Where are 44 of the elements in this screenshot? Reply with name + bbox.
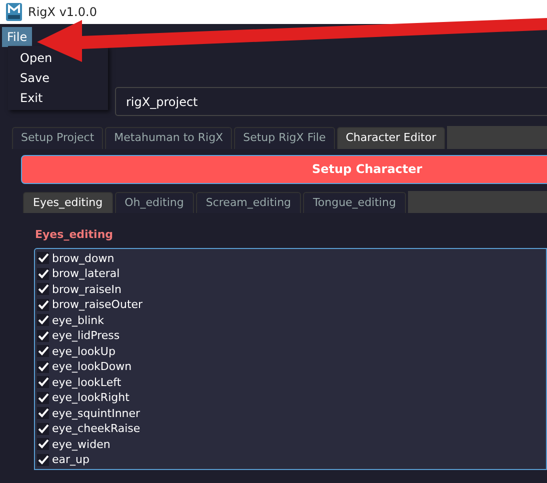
checkbox[interactable] [37,422,49,435]
checkbox-label: brow_raiseIn [52,282,122,297]
checkbox[interactable] [37,360,49,373]
menu-option[interactable]: Save [8,68,62,88]
checkbox-label: eye_lookRight [52,390,130,406]
checkbox-label: eye_cheekRaise [52,421,140,436]
checkbox[interactable] [37,330,49,342]
tab[interactable]: Oh_editing [114,192,194,213]
checkbox-label: eye_lookDown [52,359,132,374]
checkbox-label: ear_up [52,452,90,468]
checkbox[interactable] [37,252,49,264]
checkbox[interactable] [37,376,49,388]
window-title: RigX v1.0.0 [28,4,97,21]
checkbox[interactable] [37,438,49,450]
checkbox-label: eye_squintInner [52,406,140,421]
tab[interactable]: Scream_editing [196,192,302,213]
checkbox[interactable] [37,392,49,404]
checkbox-label: eye_lookLeft [52,374,122,390]
checkbox-label: brow_down [52,250,114,266]
checkbox-label: eye_blink [52,312,104,328]
checkbox-label: brow_raiseOuter [52,297,143,312]
tab[interactable]: Setup RigX File [234,127,335,148]
checkbox[interactable] [37,407,49,420]
checkbox[interactable] [37,345,49,358]
app-icon [6,3,22,21]
tab[interactable]: Character Editor [336,127,446,148]
project-field[interactable]: rigX_project [115,87,547,116]
checkbox[interactable] [37,298,49,311]
group-title: Eyes_editing [35,227,114,243]
checkbox[interactable] [37,314,49,326]
checkbox-label: eye_lidPress [52,328,120,344]
menu-option[interactable]: Open [8,48,64,68]
menu-option[interactable]: Exit [8,88,55,108]
checkbox[interactable] [37,268,49,280]
menu-item[interactable]: File [2,27,32,47]
tab[interactable]: Metahuman to RigX [105,127,232,148]
tab[interactable]: Eyes_editing [23,192,113,213]
checkbox-label: brow_lateral [52,266,120,282]
tab[interactable]: Tongue_editing [303,192,406,213]
checkbox-label: eye_lookUp [52,344,116,359]
checkbox[interactable] [37,454,49,466]
checkbox[interactable] [37,283,49,296]
checkbox-label: eye_widen [52,436,110,452]
tab[interactable]: Setup Project [12,127,104,148]
